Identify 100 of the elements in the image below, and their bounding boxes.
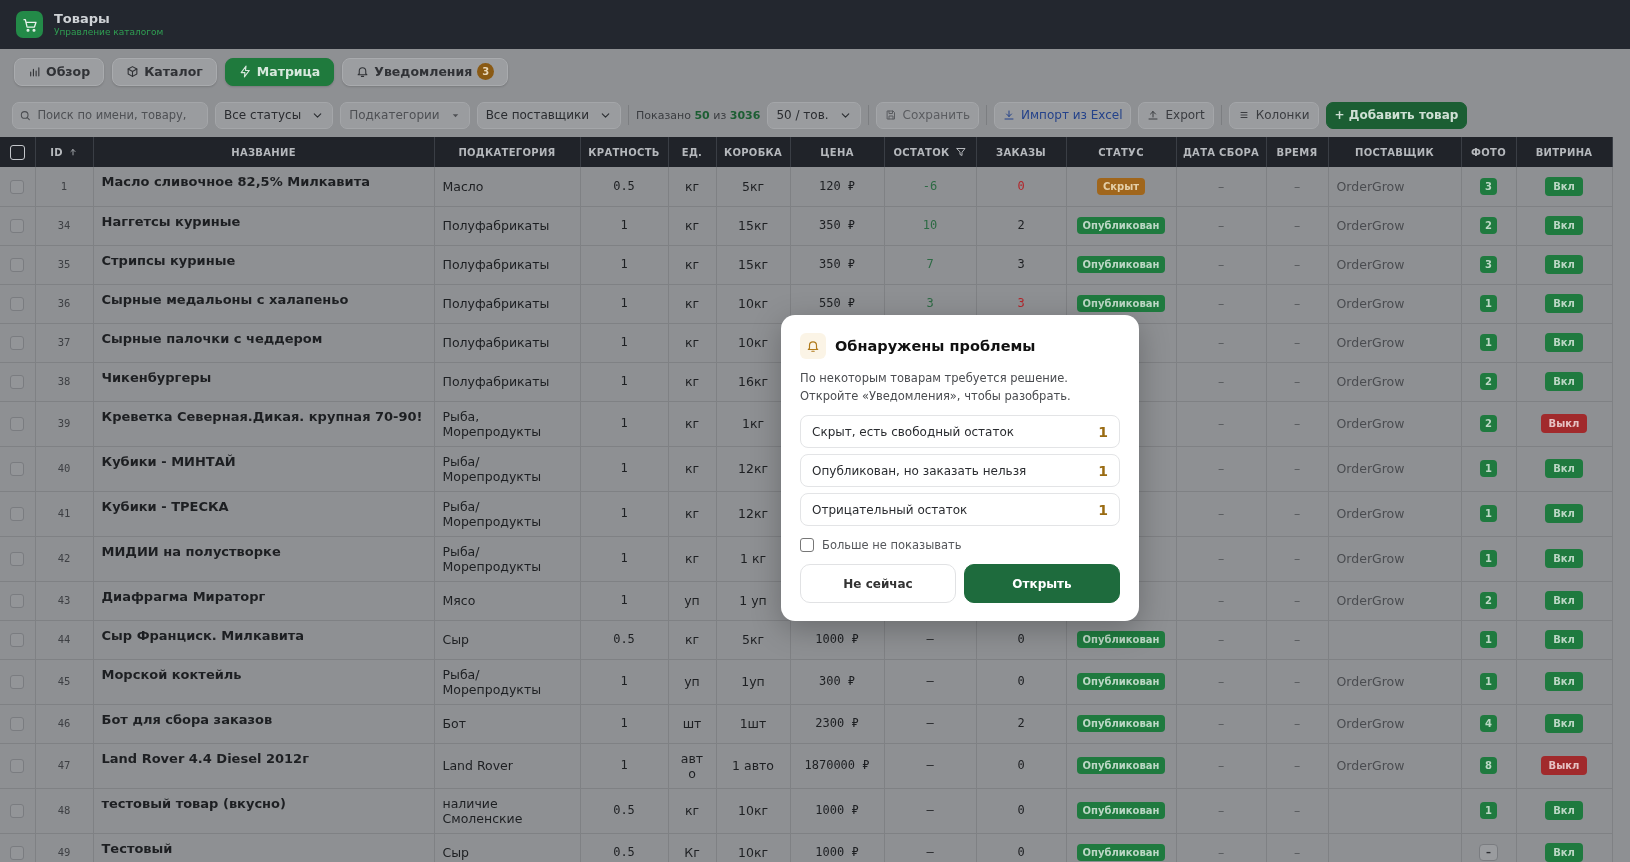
row-checkbox[interactable]: [10, 717, 25, 732]
row-checkbox[interactable]: [10, 594, 25, 609]
stock-cell: 10: [922, 218, 938, 232]
row-checkbox[interactable]: [10, 507, 25, 522]
issue-row[interactable]: Отрицательный остаток 1: [800, 493, 1120, 526]
photo-count-badge: 3: [1480, 177, 1497, 195]
unit-cell: кг: [684, 218, 700, 233]
collect-date-cell: –: [1217, 374, 1225, 389]
unit-cell: авто: [680, 750, 704, 781]
add-product-button[interactable]: + Добавить товар: [1325, 101, 1468, 129]
filter-dropdown[interactable]: Все поставщики: [476, 101, 622, 129]
multiplicity-cell: 0.5: [613, 803, 635, 817]
save-button[interactable]: Сохранить: [875, 101, 980, 129]
box-cell: 12кг: [738, 461, 768, 476]
unit-cell: кг: [684, 296, 700, 311]
row-checkbox[interactable]: [10, 846, 25, 861]
showcase-toggle[interactable]: Вкл: [1545, 591, 1583, 610]
row-checkbox[interactable]: [10, 804, 25, 819]
supplier-cell: OrderGrow: [1336, 374, 1405, 389]
showcase-toggle[interactable]: Вкл: [1545, 504, 1583, 523]
dont-show-checkbox[interactable]: [800, 538, 814, 552]
tab[interactable]: Обзор: [14, 57, 105, 86]
box-cell: 1 уп: [739, 593, 767, 608]
row-checkbox[interactable]: [10, 759, 25, 774]
issue-row[interactable]: Скрыт, есть свободный остаток 1: [800, 415, 1120, 448]
showcase-toggle[interactable]: Вкл: [1545, 672, 1583, 691]
export-button[interactable]: Export: [1138, 101, 1214, 129]
supplier-cell: OrderGrow: [1336, 461, 1405, 476]
showcase-toggle[interactable]: Вкл: [1545, 801, 1583, 820]
row-checkbox[interactable]: [10, 552, 25, 567]
column-header[interactable]: ЕД.: [681, 146, 703, 158]
box-cell: 15кг: [738, 257, 768, 272]
showcase-toggle[interactable]: Вкл: [1545, 216, 1583, 235]
issue-row[interactable]: Опубликован, но заказать нельзя 1: [800, 454, 1120, 487]
column-header[interactable]: СТАТУС: [1098, 146, 1144, 158]
id-cell: 34: [57, 219, 71, 231]
row-checkbox[interactable]: [10, 258, 25, 273]
showcase-toggle[interactable]: Вкл: [1545, 255, 1583, 274]
product-name: Тестовый: [101, 840, 173, 856]
time-cell: –: [1293, 416, 1301, 431]
subcategory-cell: Полуфабрикаты: [442, 335, 550, 350]
open-button[interactable]: Открыть: [964, 564, 1120, 603]
multiplicity-cell: 1: [620, 674, 628, 688]
id-cell: 42: [57, 552, 71, 564]
status-badge: Опубликован: [1076, 757, 1166, 774]
price-cell: 2300 ₽: [815, 716, 859, 730]
product-name: Чикенбургеры: [101, 369, 212, 385]
price-cell: 1000 ₽: [815, 845, 859, 859]
showcase-toggle[interactable]: Вкл: [1545, 714, 1583, 733]
product-name: Сырные палочки с чеддером: [101, 330, 323, 346]
not-now-button[interactable]: Не сейчас: [800, 564, 956, 603]
column-header[interactable]: ЦЕНА: [820, 146, 854, 158]
showcase-toggle[interactable]: Вкл: [1545, 459, 1583, 478]
row-checkbox[interactable]: [10, 375, 25, 390]
column-header[interactable]: НАЗВАНИЕ: [231, 146, 296, 158]
showcase-toggle[interactable]: Вкл: [1545, 333, 1583, 352]
row-checkbox[interactable]: [10, 417, 25, 432]
row-checkbox[interactable]: [10, 633, 25, 648]
id-cell: 44: [57, 633, 71, 645]
status-badge: Опубликован: [1076, 673, 1166, 690]
box-cell: 10кг: [738, 803, 768, 818]
showcase-toggle[interactable]: Выкл: [1540, 414, 1588, 433]
multiplicity-cell: 0.5: [613, 178, 635, 193]
columns-button[interactable]: Колонки: [1228, 101, 1319, 129]
showcase-toggle[interactable]: Вкл: [1545, 176, 1583, 196]
row-checkbox[interactable]: [10, 297, 25, 312]
row-checkbox[interactable]: [10, 180, 25, 194]
import-button[interactable]: Импорт из Excel: [994, 101, 1132, 129]
time-cell: –: [1293, 632, 1301, 647]
photo-count-badge: 2: [1480, 217, 1497, 234]
id-cell: 47: [57, 759, 71, 771]
row-checkbox[interactable]: [10, 462, 25, 477]
bell-icon: [806, 339, 820, 353]
select-all-checkbox[interactable]: [9, 144, 25, 160]
price-cell: 1000 ₽: [815, 632, 859, 646]
showcase-toggle[interactable]: Выкл: [1540, 756, 1588, 775]
time-cell: –: [1293, 296, 1301, 311]
tab[interactable]: Матрица: [224, 57, 335, 86]
subcategory-cell: Мясо: [442, 593, 476, 608]
multiplicity-cell: 1: [620, 416, 628, 430]
id-cell: 46: [57, 717, 71, 729]
dont-show-label[interactable]: Больше не показывать: [822, 538, 962, 552]
tab[interactable]: Каталог: [112, 57, 217, 86]
stock-cell: –: [926, 845, 934, 859]
search-field[interactable]: Поиск по имени, товару,: [12, 101, 208, 129]
showcase-toggle[interactable]: Вкл: [1545, 549, 1583, 568]
showcase-toggle[interactable]: Вкл: [1545, 843, 1583, 862]
collect-date-cell: –: [1217, 845, 1225, 860]
column-header[interactable]: ID: [50, 146, 63, 158]
tab[interactable]: Уведомления 3: [342, 57, 509, 86]
showcase-toggle[interactable]: Вкл: [1545, 294, 1583, 313]
row-checkbox[interactable]: [10, 336, 25, 351]
row-checkbox[interactable]: [10, 219, 25, 234]
page-size-dropdown[interactable]: 50 / тов.: [767, 101, 861, 129]
filter-dropdown[interactable]: Все статусы: [215, 101, 334, 129]
photo-count-badge: 1: [1480, 334, 1497, 351]
photo-count-badge: 3: [1480, 256, 1497, 273]
showcase-toggle[interactable]: Вкл: [1545, 372, 1583, 391]
showcase-toggle[interactable]: Вкл: [1545, 630, 1583, 649]
row-checkbox[interactable]: [10, 675, 25, 690]
